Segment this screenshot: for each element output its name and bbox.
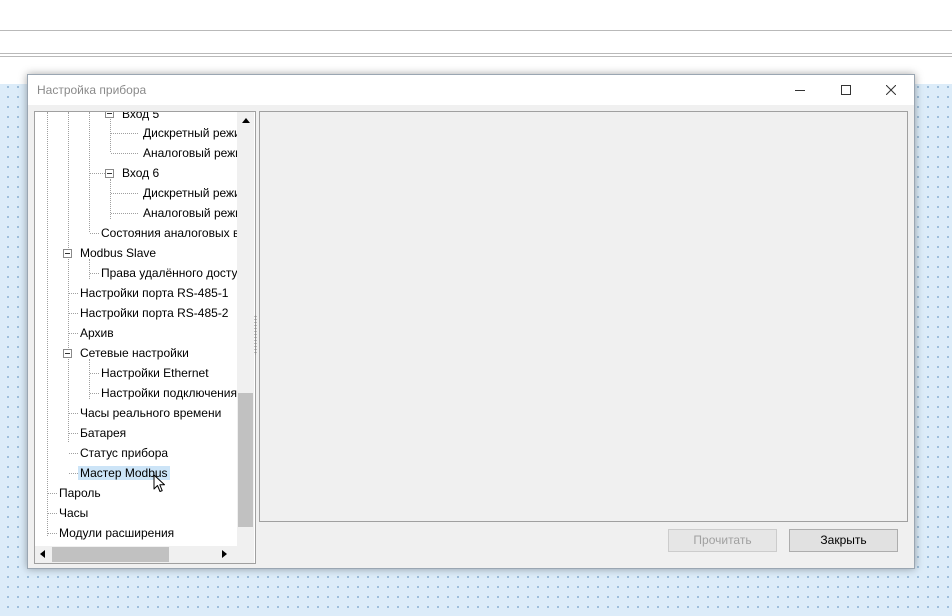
vertical-scroll-thumb[interactable] (238, 393, 253, 527)
tree-line (89, 112, 90, 232)
tree-item-label: Архив (80, 326, 114, 340)
tree-item-device-status[interactable]: Статус прибора (80, 444, 168, 462)
read-button[interactable]: Прочитать (668, 529, 777, 552)
close-icon (886, 85, 896, 95)
tree-item-clock[interactable]: Часы (59, 504, 88, 522)
tree-item-label: Modbus Slave (80, 246, 157, 260)
settings-content-panel (259, 111, 908, 522)
tree-item-analog-mode-5[interactable]: Аналоговый режи (143, 144, 237, 162)
tree-viewport: Вход 5 Дискретный режи Аналоговый режи В… (35, 112, 237, 546)
minimize-icon (795, 90, 805, 91)
tree-line (90, 393, 99, 394)
title-bar[interactable]: Настройка прибора (28, 75, 914, 105)
tree-item-label: Вход 6 (122, 166, 160, 180)
splitter-grip[interactable] (254, 315, 257, 355)
tree-item-label: Аналоговый режи (143, 206, 237, 220)
tree-line (90, 233, 99, 234)
window-title: Настройка прибора (37, 83, 147, 97)
tree-line (69, 473, 78, 474)
tree-item-label: Настройки порта RS-485-2 (80, 306, 229, 320)
mouse-cursor-icon (153, 474, 165, 492)
tree-item-input-5[interactable]: Вход 5 (122, 112, 159, 123)
tree-item-ethernet-settings[interactable]: Настройки Ethernet (101, 364, 209, 382)
tree-line (47, 112, 48, 536)
tree-line (48, 513, 57, 514)
tree-item-label: Настройки порта RS-485-1 (80, 286, 229, 300)
tree-item-rtc[interactable]: Часы реального времени (80, 404, 221, 422)
tree-item-label: Аналоговый режи (143, 146, 237, 160)
tree-item-label: Настройки подключения к (101, 386, 237, 400)
collapse-toggle[interactable] (63, 349, 72, 358)
collapse-toggle[interactable] (63, 249, 72, 258)
tree-item-connection-settings[interactable]: Настройки подключения к (101, 384, 237, 402)
tree-line (90, 173, 105, 174)
background-app-toolbar (0, 0, 952, 84)
tree-item-analog-mode-6[interactable]: Аналоговый режи (143, 204, 237, 222)
tree-line (90, 373, 99, 374)
scroll-up-icon[interactable] (242, 118, 250, 123)
tree-horizontal-scrollbar[interactable] (35, 546, 237, 563)
tree-item-label: Состояния аналоговых вхо (101, 226, 237, 240)
tree-item-rs485-1[interactable]: Настройки порта RS-485-1 (80, 284, 228, 302)
tree-vertical-scrollbar[interactable] (237, 112, 254, 546)
settings-tree[interactable]: Вход 5 Дискретный режи Аналоговый режи В… (34, 111, 256, 564)
tree-item-label: Сетевые настройки (80, 346, 189, 360)
tree-item-analog-inputs-state[interactable]: Состояния аналоговых вхо (101, 224, 237, 242)
tree-line (111, 133, 138, 134)
close-button[interactable]: Закрыть (789, 529, 898, 552)
tree-line (69, 313, 78, 314)
tree-line (111, 193, 138, 194)
scrollbar-corner (237, 546, 254, 563)
tree-item-label: Модули расширения (59, 526, 175, 540)
tree-item-label: Пароль (59, 486, 101, 500)
tree-line (69, 413, 78, 414)
tree-line (69, 333, 78, 334)
tree-item-input-6[interactable]: Вход 6 (122, 164, 159, 182)
tree-item-label: Дискретный режи (143, 186, 237, 200)
tree-line (69, 293, 78, 294)
tree-item-label: Права удалённого доступа (101, 266, 237, 280)
toolbar-divider (0, 56, 952, 57)
tree-line (111, 213, 138, 214)
tree-line (48, 493, 57, 494)
maximize-button[interactable] (823, 75, 869, 105)
tree-item-discrete-mode-6[interactable]: Дискретный режи (143, 184, 237, 202)
toolbar-divider (0, 30, 952, 31)
tree-item-label: Статус прибора (80, 446, 169, 460)
tree-line (110, 112, 111, 152)
tree-item-label: Дискретный режи (143, 126, 237, 140)
device-settings-dialog: Настройка прибора Вход 5 Дискретный режи (27, 74, 915, 569)
tree-item-expansion-modules[interactable]: Модули расширения (59, 524, 174, 542)
tree-item-rs485-2[interactable]: Настройки порта RS-485-2 (80, 304, 228, 322)
tree-line (69, 453, 78, 454)
minimize-button[interactable] (777, 75, 823, 105)
maximize-icon (841, 85, 851, 95)
tree-item-label: Часы (59, 506, 89, 520)
scroll-left-icon[interactable] (40, 550, 45, 558)
tree-item-network-settings[interactable]: Сетевые настройки (80, 344, 189, 362)
scroll-right-icon[interactable] (222, 550, 227, 558)
horizontal-scroll-thumb[interactable] (52, 547, 169, 562)
tree-line (89, 259, 90, 279)
tree-item-label: Часы реального времени (80, 406, 222, 420)
close-window-button[interactable] (868, 75, 914, 105)
tree-item-label: Вход 5 (122, 112, 160, 121)
tree-line (90, 273, 99, 274)
tree-item-label: Настройки Ethernet (101, 366, 209, 380)
tree-item-modbus-slave[interactable]: Modbus Slave (80, 244, 156, 262)
tree-line (48, 533, 57, 534)
tree-item-remote-access-rights[interactable]: Права удалённого доступа (101, 264, 237, 282)
tree-line (69, 433, 78, 434)
collapse-toggle[interactable] (105, 112, 114, 118)
tree-item-archive[interactable]: Архив (80, 324, 114, 342)
tree-item-battery[interactable]: Батарея (80, 424, 126, 442)
tree-line (68, 112, 69, 442)
tree-item-password[interactable]: Пароль (59, 484, 101, 502)
tree-line (111, 153, 138, 154)
collapse-toggle[interactable] (105, 169, 114, 178)
toolbar-divider (0, 53, 952, 54)
tree-item-label: Батарея (80, 426, 127, 440)
tree-item-discrete-mode-5[interactable]: Дискретный режи (143, 124, 237, 142)
